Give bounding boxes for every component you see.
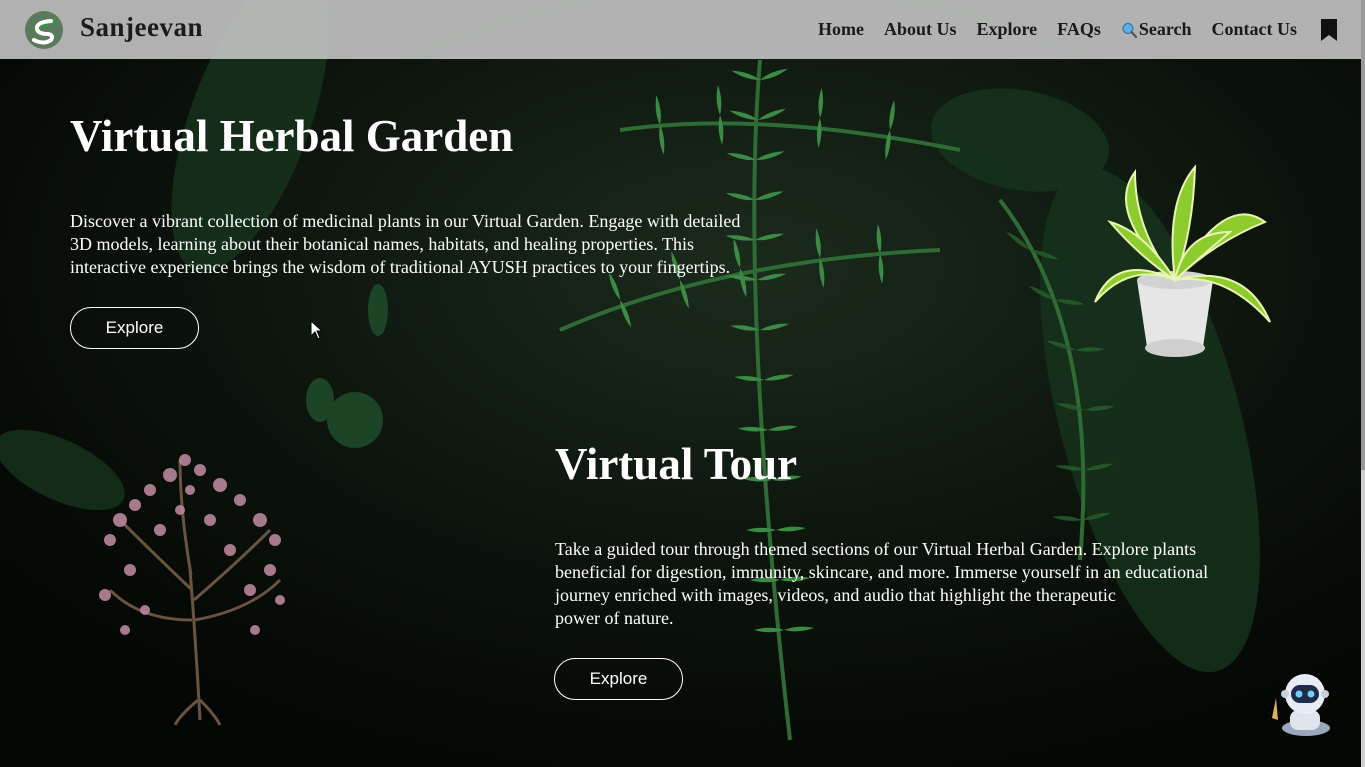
top-navbar: Sanjeevan Home About Us Explore FAQs Sea… xyxy=(0,0,1361,59)
nav-explore[interactable]: Explore xyxy=(976,19,1037,40)
tour-description-line: beneficial for digestion, immunity, skin… xyxy=(555,562,1209,582)
nav-links: Home About Us Explore FAQs Search Contac… xyxy=(798,0,1337,59)
flowering-tree-model[interactable] xyxy=(70,430,310,730)
chatbot-robot-icon[interactable] xyxy=(1268,668,1340,738)
tour-explore-button[interactable]: Explore xyxy=(554,658,683,700)
tour-description-line: Take a guided tour through themed sectio… xyxy=(555,539,1197,559)
page-scrollbar[interactable] xyxy=(1361,0,1365,767)
nav-about-us[interactable]: About Us xyxy=(884,19,957,40)
hero-explore-button[interactable]: Explore xyxy=(70,307,199,349)
nav-search-label: Search xyxy=(1138,19,1192,39)
potted-plant-model[interactable] xyxy=(1075,162,1275,367)
magnifier-icon xyxy=(1122,22,1137,38)
mouse-cursor-icon xyxy=(310,320,324,340)
brand-name[interactable]: Sanjeevan xyxy=(80,12,203,43)
tour-title: Virtual Tour xyxy=(555,439,798,489)
hero-description: Discover a vibrant collection of medicin… xyxy=(70,210,830,279)
hero-description-line: Discover a vibrant collection of medicin… xyxy=(70,211,741,231)
nav-faqs[interactable]: FAQs xyxy=(1057,19,1101,40)
bookmark-icon[interactable] xyxy=(1321,18,1337,41)
scrollbar-thumb[interactable] xyxy=(1361,0,1365,470)
hero-description-line: interactive experience brings the wisdom… xyxy=(70,257,731,277)
tour-description-line: power of nature. xyxy=(555,608,674,628)
nav-search[interactable]: Search xyxy=(1121,19,1192,40)
nav-contact-us[interactable]: Contact Us xyxy=(1212,19,1298,40)
hero-description-line: 3D models, learning about their botanica… xyxy=(70,234,695,254)
hero-title: Virtual Herbal Garden xyxy=(70,111,514,161)
tour-description-line: journey enriched with images, videos, an… xyxy=(555,585,1116,605)
leaf-s-logo-icon[interactable] xyxy=(22,10,66,50)
nav-home[interactable]: Home xyxy=(818,19,864,40)
tour-description: Take a guided tour through themed sectio… xyxy=(555,538,1295,630)
